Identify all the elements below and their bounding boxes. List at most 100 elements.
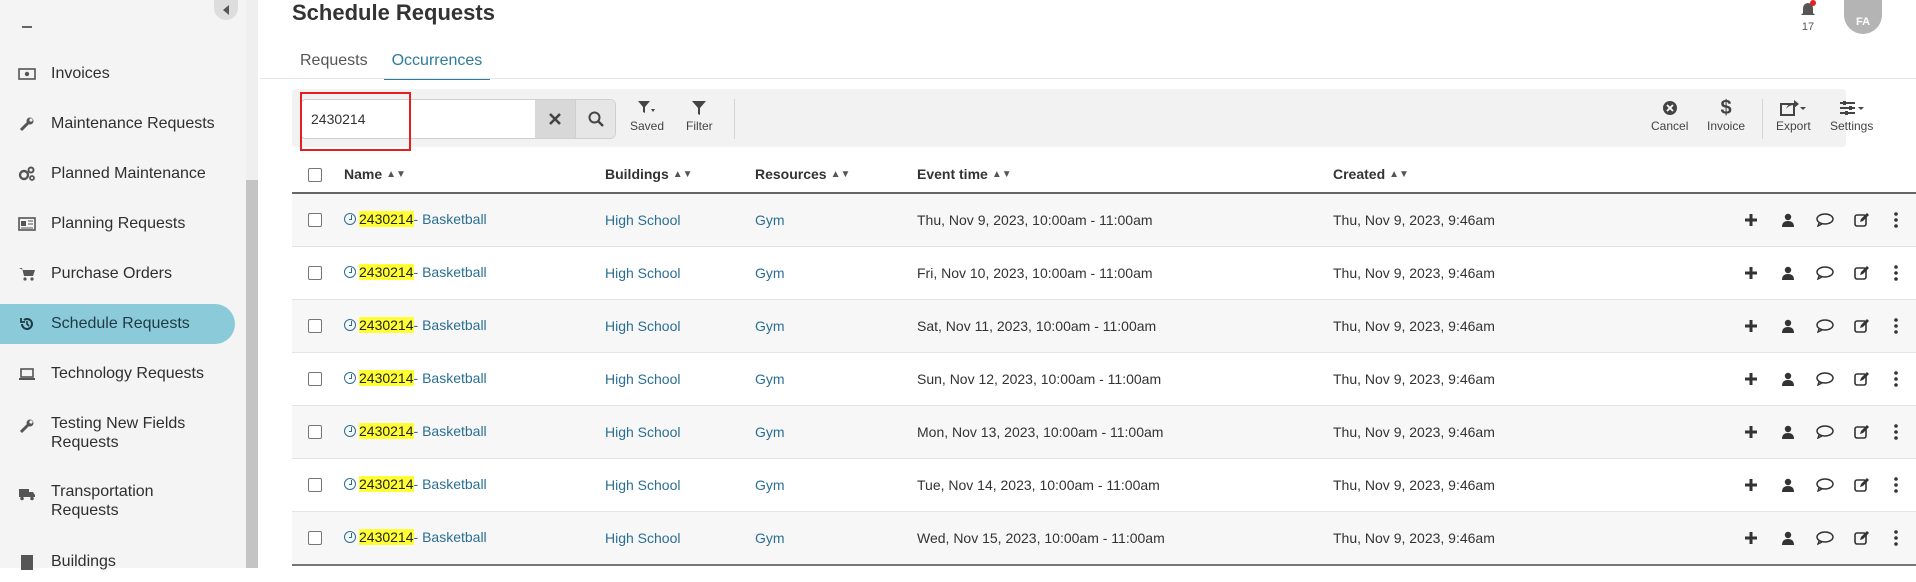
building-link[interactable]: High School	[605, 476, 681, 494]
comment-button[interactable]	[1814, 527, 1836, 549]
assign-user-button[interactable]	[1777, 368, 1799, 390]
building-link[interactable]: High School	[605, 370, 681, 388]
resource-link[interactable]: Gym	[755, 264, 785, 282]
invoice-button[interactable]: $ Invoice	[1707, 97, 1745, 141]
building-link[interactable]: High School	[605, 423, 681, 441]
resource-link[interactable]: Gym	[755, 370, 785, 388]
more-options-button[interactable]	[1885, 421, 1907, 443]
comment-icon	[1816, 213, 1834, 227]
more-options-button[interactable]	[1885, 262, 1907, 284]
more-options-button[interactable]	[1885, 527, 1907, 549]
comment-button[interactable]	[1814, 421, 1836, 443]
edit-button[interactable]	[1851, 315, 1873, 337]
request-name-link[interactable]: 2430214 - Basketball	[344, 529, 487, 545]
assign-user-button[interactable]	[1777, 262, 1799, 284]
row-checkbox[interactable]	[308, 425, 322, 439]
more-vertical-icon	[1894, 530, 1898, 546]
row-checkbox[interactable]	[308, 478, 322, 492]
sidebar-item-buildings[interactable]: Buildings	[0, 542, 235, 582]
add-button[interactable]	[1740, 368, 1762, 390]
row-checkbox[interactable]	[308, 213, 322, 227]
created-time: Thu, Nov 9, 2023, 9:46am	[1333, 318, 1495, 334]
column-header-event-time[interactable]: Event time ▲▼	[917, 166, 1012, 182]
more-options-button[interactable]	[1885, 209, 1907, 231]
assign-user-button[interactable]	[1777, 421, 1799, 443]
comment-button[interactable]	[1814, 474, 1836, 496]
add-button[interactable]	[1740, 421, 1762, 443]
add-button[interactable]	[1740, 209, 1762, 231]
sidebar-item-label: Maintenance Requests	[51, 115, 215, 132]
request-name-link[interactable]: 2430214 - Basketball	[344, 264, 487, 280]
sidebar-item-maintenance-requests[interactable]: Maintenance Requests	[0, 104, 235, 144]
request-name-link[interactable]: 2430214 - Basketball	[344, 317, 487, 333]
row-checkbox[interactable]	[308, 372, 322, 386]
column-header-created[interactable]: Created ▲▼	[1333, 166, 1409, 182]
clear-search-button[interactable]	[535, 100, 575, 138]
more-options-button[interactable]	[1885, 474, 1907, 496]
row-checkbox[interactable]	[308, 531, 322, 545]
building-link[interactable]: High School	[605, 211, 681, 229]
request-name-link[interactable]: 2430214 - Basketball	[344, 211, 487, 227]
request-name-link[interactable]: 2430214 - Basketball	[344, 423, 487, 439]
edit-button[interactable]	[1851, 421, 1873, 443]
building-link[interactable]: High School	[605, 264, 681, 282]
avatar[interactable]: FA	[1844, 0, 1882, 34]
edit-button[interactable]	[1851, 209, 1873, 231]
tab-occurrences[interactable]: Occurrences	[383, 46, 491, 80]
row-checkbox[interactable]	[308, 319, 322, 333]
sidebar-item-schedule-requests[interactable]: Schedule Requests	[0, 304, 235, 344]
assign-user-button[interactable]	[1777, 209, 1799, 231]
notifications-button[interactable]: 17	[1796, 0, 1820, 33]
row-checkbox[interactable]	[308, 266, 322, 280]
comment-button[interactable]	[1814, 368, 1836, 390]
dollar-icon: $	[1720, 96, 1732, 119]
resource-link[interactable]: Gym	[755, 423, 785, 441]
filter-button[interactable]: Filter	[686, 97, 713, 141]
building-link[interactable]: High School	[605, 317, 681, 335]
edit-button[interactable]	[1851, 368, 1873, 390]
sidebar-item-planned-maintenance[interactable]: Planned Maintenance	[0, 154, 235, 194]
resource-link[interactable]: Gym	[755, 317, 785, 335]
add-button[interactable]	[1740, 527, 1762, 549]
comment-button[interactable]	[1814, 262, 1836, 284]
building-link[interactable]: High School	[605, 529, 681, 547]
sidebar-item-transportation-requests[interactable]: Transportation Requests	[0, 482, 235, 530]
sidebar-item-planning-requests[interactable]: Planning Requests	[0, 204, 235, 244]
settings-button[interactable]: Settings	[1830, 97, 1873, 141]
assign-user-button[interactable]	[1777, 315, 1799, 337]
resource-link[interactable]: Gym	[755, 529, 785, 547]
resource-link[interactable]: Gym	[755, 476, 785, 494]
tab-requests[interactable]: Requests	[292, 46, 376, 80]
edit-button[interactable]	[1851, 262, 1873, 284]
column-header-resources[interactable]: Resources ▲▼	[755, 166, 850, 182]
comment-button[interactable]	[1814, 315, 1836, 337]
assign-user-button[interactable]	[1777, 474, 1799, 496]
event-time: Sat, Nov 11, 2023, 10:00am - 11:00am	[917, 318, 1157, 334]
sidebar-item-testing-new-fields-requests[interactable]: Testing New Fields Requests	[0, 414, 235, 462]
cancel-button[interactable]: Cancel	[1651, 97, 1688, 141]
saved-filters-button[interactable]: Saved	[630, 97, 664, 141]
select-all-checkbox[interactable]	[308, 168, 322, 182]
sidebar-item-technology-requests[interactable]: Technology Requests	[0, 354, 235, 394]
add-button[interactable]	[1740, 262, 1762, 284]
column-header-buildings[interactable]: Buildings ▲▼	[605, 166, 693, 182]
add-button[interactable]	[1740, 474, 1762, 496]
more-options-button[interactable]	[1885, 315, 1907, 337]
edit-button[interactable]	[1851, 527, 1873, 549]
assign-user-button[interactable]	[1777, 527, 1799, 549]
search-button[interactable]	[575, 100, 615, 138]
sidebar-item-purchase-orders[interactable]: Purchase Orders	[0, 254, 235, 294]
comment-button[interactable]	[1814, 209, 1836, 231]
edit-button[interactable]	[1851, 474, 1873, 496]
sidebar-item-invoices[interactable]: Invoices	[0, 54, 235, 94]
column-header-name[interactable]: Name ▲▼	[344, 166, 406, 182]
collapse-sidebar-button[interactable]	[214, 0, 238, 20]
resource-link[interactable]: Gym	[755, 211, 785, 229]
more-options-button[interactable]	[1885, 368, 1907, 390]
created-time: Thu, Nov 9, 2023, 9:46am	[1333, 265, 1495, 281]
request-name-link[interactable]: 2430214 - Basketball	[344, 370, 487, 386]
export-button[interactable]: Export	[1776, 97, 1811, 141]
sidebar-scrollbar-thumb[interactable]	[246, 180, 258, 568]
request-name-link[interactable]: 2430214 - Basketball	[344, 476, 487, 492]
add-button[interactable]	[1740, 315, 1762, 337]
